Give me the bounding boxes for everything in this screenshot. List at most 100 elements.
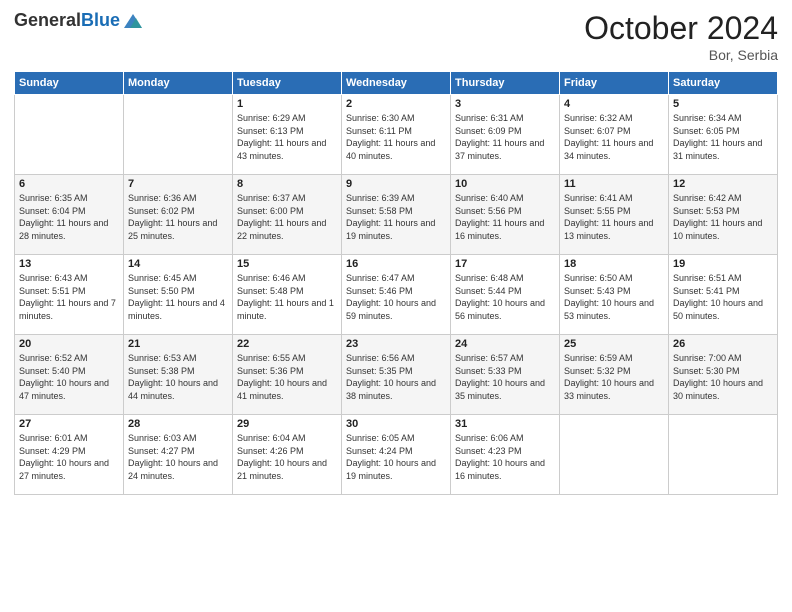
day-info: Sunrise: 6:03 AMSunset: 4:27 PMDaylight:… — [128, 432, 228, 482]
calendar-cell: 25 Sunrise: 6:59 AMSunset: 5:32 PMDayligh… — [560, 335, 669, 415]
month-title: October 2024 — [584, 10, 778, 47]
day-number: 4 — [564, 98, 664, 110]
logo: GeneralBlue — [14, 10, 144, 32]
calendar-cell: 29 Sunrise: 6:04 AMSunset: 4:26 PMDayligh… — [233, 415, 342, 495]
day-info: Sunrise: 6:39 AMSunset: 5:58 PMDaylight:… — [346, 192, 446, 242]
calendar-cell: 24Sunrise: 6:57 AMSunset: 5:33 PMDayligh… — [451, 335, 560, 415]
calendar-cell: 7Sunrise: 6:36 AMSunset: 6:02 PMDaylight… — [124, 175, 233, 255]
calendar-week-row: 1 Sunrise: 6:29 AMSunset: 6:13 PMDaylight… — [15, 95, 778, 175]
day-number: 11 — [564, 178, 664, 190]
calendar-cell: 26Sunrise: 7:00 AMSunset: 5:30 PMDayligh… — [669, 335, 778, 415]
day-number: 5 — [673, 98, 773, 110]
day-number: 3 — [455, 98, 555, 110]
day-info: Sunrise: 6:57 AMSunset: 5:33 PMDaylight:… — [455, 352, 555, 402]
calendar-week-row: 6 Sunrise: 6:35 AMSunset: 6:04 PMDaylight… — [15, 175, 778, 255]
day-number: 23 — [346, 338, 446, 350]
day-of-week-header: Wednesday — [342, 72, 451, 95]
calendar-cell: 18Sunrise: 6:50 AMSunset: 5:43 PMDayligh… — [560, 255, 669, 335]
day-number: 27 — [19, 418, 119, 430]
calendar-cell: 30Sunrise: 6:05 AMSunset: 4:24 PMDayligh… — [342, 415, 451, 495]
day-number: 10 — [455, 178, 555, 190]
calendar-cell: 4 Sunrise: 6:32 AMSunset: 6:07 PMDaylight… — [560, 95, 669, 175]
page: GeneralBlue October 2024 Bor, Serbia Sun… — [0, 0, 792, 612]
day-info: Sunrise: 6:48 AMSunset: 5:44 PMDaylight:… — [455, 272, 555, 322]
day-number: 1 — [237, 98, 337, 110]
day-number: 16 — [346, 258, 446, 270]
day-info: Sunrise: 6:01 AMSunset: 4:29 PMDaylight:… — [19, 432, 119, 482]
day-info: Sunrise: 6:30 AMSunset: 6:11 PMDaylight:… — [346, 112, 446, 162]
calendar-cell: 3 Sunrise: 6:31 AMSunset: 6:09 PMDaylight… — [451, 95, 560, 175]
day-number: 29 — [237, 418, 337, 430]
day-info: Sunrise: 6:52 AMSunset: 5:40 PMDaylight:… — [19, 352, 119, 402]
day-info: Sunrise: 6:40 AMSunset: 5:56 PMDaylight:… — [455, 192, 555, 242]
day-number: 15 — [237, 258, 337, 270]
day-info: Sunrise: 6:35 AMSunset: 6:04 PMDaylight:… — [19, 192, 119, 242]
day-info: Sunrise: 6:04 AMSunset: 4:26 PMDaylight:… — [237, 432, 337, 482]
calendar-cell: 15 Sunrise: 6:46 AMSunset: 5:48 PMDayligh… — [233, 255, 342, 335]
day-number: 19 — [673, 258, 773, 270]
day-of-week-header: Sunday — [15, 72, 124, 95]
calendar-cell: 13Sunrise: 6:43 AMSunset: 5:51 PMDayligh… — [15, 255, 124, 335]
calendar-cell: 14 Sunrise: 6:45 AMSunset: 5:50 PMDayligh… — [124, 255, 233, 335]
calendar-cell: 23 Sunrise: 6:56 AMSunset: 5:35 PMDayligh… — [342, 335, 451, 415]
header-row: SundayMondayTuesdayWednesdayThursdayFrid… — [15, 72, 778, 95]
day-number: 12 — [673, 178, 773, 190]
day-number: 17 — [455, 258, 555, 270]
day-info: Sunrise: 6:06 AMSunset: 4:23 PMDaylight:… — [455, 432, 555, 482]
day-number: 8 — [237, 178, 337, 190]
calendar-cell: 21 Sunrise: 6:53 AMSunset: 5:38 PMDayligh… — [124, 335, 233, 415]
day-number: 13 — [19, 258, 119, 270]
day-info: Sunrise: 6:53 AMSunset: 5:38 PMDaylight:… — [128, 352, 228, 402]
calendar-cell: 31 Sunrise: 6:06 AMSunset: 4:23 PMDayligh… — [451, 415, 560, 495]
day-number: 14 — [128, 258, 228, 270]
calendar-cell: 11 Sunrise: 6:41 AMSunset: 5:55 PMDayligh… — [560, 175, 669, 255]
day-info: Sunrise: 6:42 AMSunset: 5:53 PMDaylight:… — [673, 192, 773, 242]
day-info: Sunrise: 6:32 AMSunset: 6:07 PMDaylight:… — [564, 112, 664, 162]
calendar-cell: 16 Sunrise: 6:47 AMSunset: 5:46 PMDayligh… — [342, 255, 451, 335]
day-of-week-header: Monday — [124, 72, 233, 95]
day-of-week-header: Tuesday — [233, 72, 342, 95]
day-info: Sunrise: 6:41 AMSunset: 5:55 PMDaylight:… — [564, 192, 664, 242]
day-info: Sunrise: 6:51 AMSunset: 5:41 PMDaylight:… — [673, 272, 773, 322]
day-number: 6 — [19, 178, 119, 190]
day-info: Sunrise: 6:46 AMSunset: 5:48 PMDaylight:… — [237, 272, 337, 322]
calendar-cell — [124, 95, 233, 175]
day-info: Sunrise: 6:05 AMSunset: 4:24 PMDaylight:… — [346, 432, 446, 482]
day-number: 18 — [564, 258, 664, 270]
day-info: Sunrise: 6:47 AMSunset: 5:46 PMDaylight:… — [346, 272, 446, 322]
day-info: Sunrise: 6:36 AMSunset: 6:02 PMDaylight:… — [128, 192, 228, 242]
day-info: Sunrise: 6:59 AMSunset: 5:32 PMDaylight:… — [564, 352, 664, 402]
day-number: 31 — [455, 418, 555, 430]
calendar-cell: 22Sunrise: 6:55 AMSunset: 5:36 PMDayligh… — [233, 335, 342, 415]
calendar-cell: 8 Sunrise: 6:37 AMSunset: 6:00 PMDaylight… — [233, 175, 342, 255]
title-block: October 2024 Bor, Serbia — [584, 10, 778, 63]
calendar-cell: 27 Sunrise: 6:01 AMSunset: 4:29 PMDayligh… — [15, 415, 124, 495]
calendar-cell: 5Sunrise: 6:34 AMSunset: 6:05 PMDaylight… — [669, 95, 778, 175]
day-of-week-header: Friday — [560, 72, 669, 95]
logo-blue-text: Blue — [81, 10, 120, 30]
day-number: 20 — [19, 338, 119, 350]
calendar-cell — [669, 415, 778, 495]
day-info: Sunrise: 6:29 AMSunset: 6:13 PMDaylight:… — [237, 112, 337, 162]
day-info: Sunrise: 6:56 AMSunset: 5:35 PMDaylight:… — [346, 352, 446, 402]
calendar-cell — [15, 95, 124, 175]
day-number: 2 — [346, 98, 446, 110]
day-info: Sunrise: 6:37 AMSunset: 6:00 PMDaylight:… — [237, 192, 337, 242]
logo-general-text: General — [14, 10, 81, 30]
day-info: Sunrise: 6:55 AMSunset: 5:36 PMDaylight:… — [237, 352, 337, 402]
calendar-cell: 6 Sunrise: 6:35 AMSunset: 6:04 PMDaylight… — [15, 175, 124, 255]
calendar-week-row: 20 Sunrise: 6:52 AMSunset: 5:40 PMDayligh… — [15, 335, 778, 415]
calendar-week-row: 13Sunrise: 6:43 AMSunset: 5:51 PMDayligh… — [15, 255, 778, 335]
calendar-cell — [560, 415, 669, 495]
calendar-cell: 9 Sunrise: 6:39 AMSunset: 5:58 PMDaylight… — [342, 175, 451, 255]
calendar-cell: 1 Sunrise: 6:29 AMSunset: 6:13 PMDaylight… — [233, 95, 342, 175]
calendar-cell: 12 Sunrise: 6:42 AMSunset: 5:53 PMDayligh… — [669, 175, 778, 255]
day-number: 9 — [346, 178, 446, 190]
day-info: Sunrise: 6:31 AMSunset: 6:09 PMDaylight:… — [455, 112, 555, 162]
day-of-week-header: Saturday — [669, 72, 778, 95]
location: Bor, Serbia — [584, 47, 778, 63]
day-number: 21 — [128, 338, 228, 350]
day-info: Sunrise: 6:45 AMSunset: 5:50 PMDaylight:… — [128, 272, 228, 322]
day-number: 26 — [673, 338, 773, 350]
day-number: 25 — [564, 338, 664, 350]
